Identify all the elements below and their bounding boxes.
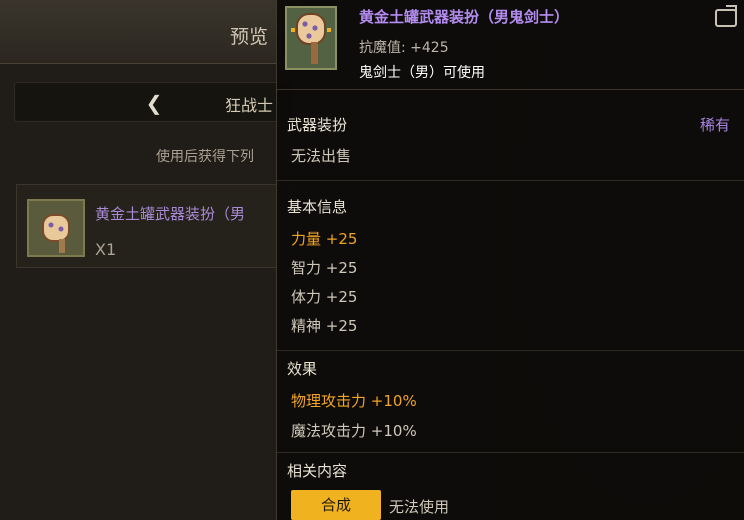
preview-description: 使用后获得下列 bbox=[156, 149, 254, 165]
tooltip-header: 黄金土罐武器装扮（男鬼剑士） 抗魔值: +425 鬼剑士（男）可使用 bbox=[277, 0, 744, 90]
compose-status: 无法使用 bbox=[389, 498, 450, 516]
stat-intelligence: 智力 +25 bbox=[291, 259, 358, 277]
effect-title: 效果 bbox=[287, 360, 318, 378]
sell-status: 无法出售 bbox=[291, 147, 352, 165]
gold-jar-weapon-icon[interactable] bbox=[27, 199, 85, 257]
chevron-left-icon[interactable]: ❮ bbox=[143, 92, 165, 114]
preview-header: 预览 bbox=[0, 0, 300, 64]
preview-title: 预览 bbox=[230, 26, 269, 48]
item-quantity: X1 bbox=[95, 240, 117, 259]
divider bbox=[277, 180, 744, 181]
compose-button[interactable]: 合成 bbox=[291, 490, 381, 520]
tooltip-usable-class: 鬼剑士（男）可使用 bbox=[359, 65, 485, 81]
stat-vitality: 体力 +25 bbox=[291, 288, 358, 306]
effect-magic-attack: 魔法攻击力 +10% bbox=[291, 422, 417, 440]
divider bbox=[277, 452, 744, 453]
tooltip-item-name: 黄金土罐武器装扮（男鬼剑士） bbox=[359, 8, 570, 26]
class-tab-label[interactable]: 狂战士 bbox=[225, 92, 273, 116]
class-tab-bar: ❮ 狂战士 bbox=[14, 82, 294, 122]
item-name: 黄金土罐武器装扮（男 bbox=[95, 205, 246, 223]
gold-jar-weapon-icon bbox=[285, 6, 337, 70]
effect-physical-attack: 物理攻击力 +10% bbox=[291, 392, 417, 410]
stat-strength: 力量 +25 bbox=[291, 230, 358, 248]
rarity-label: 稀有 bbox=[699, 116, 730, 134]
basic-info-title: 基本信息 bbox=[287, 198, 348, 216]
item-tooltip: 黄金土罐武器装扮（男鬼剑士） 抗魔值: +425 鬼剑士（男）可使用 武器装扮 … bbox=[276, 0, 744, 520]
related-content-title: 相关内容 bbox=[287, 462, 348, 480]
item-type: 武器装扮 bbox=[287, 116, 348, 134]
divider bbox=[277, 350, 744, 351]
stat-spirit: 精神 +25 bbox=[291, 317, 358, 335]
list-item[interactable]: 黄金土罐武器装扮（男 X1 bbox=[16, 184, 296, 268]
share-icon[interactable] bbox=[715, 5, 737, 27]
tooltip-magic-defense: 抗魔值: +425 bbox=[359, 40, 449, 56]
